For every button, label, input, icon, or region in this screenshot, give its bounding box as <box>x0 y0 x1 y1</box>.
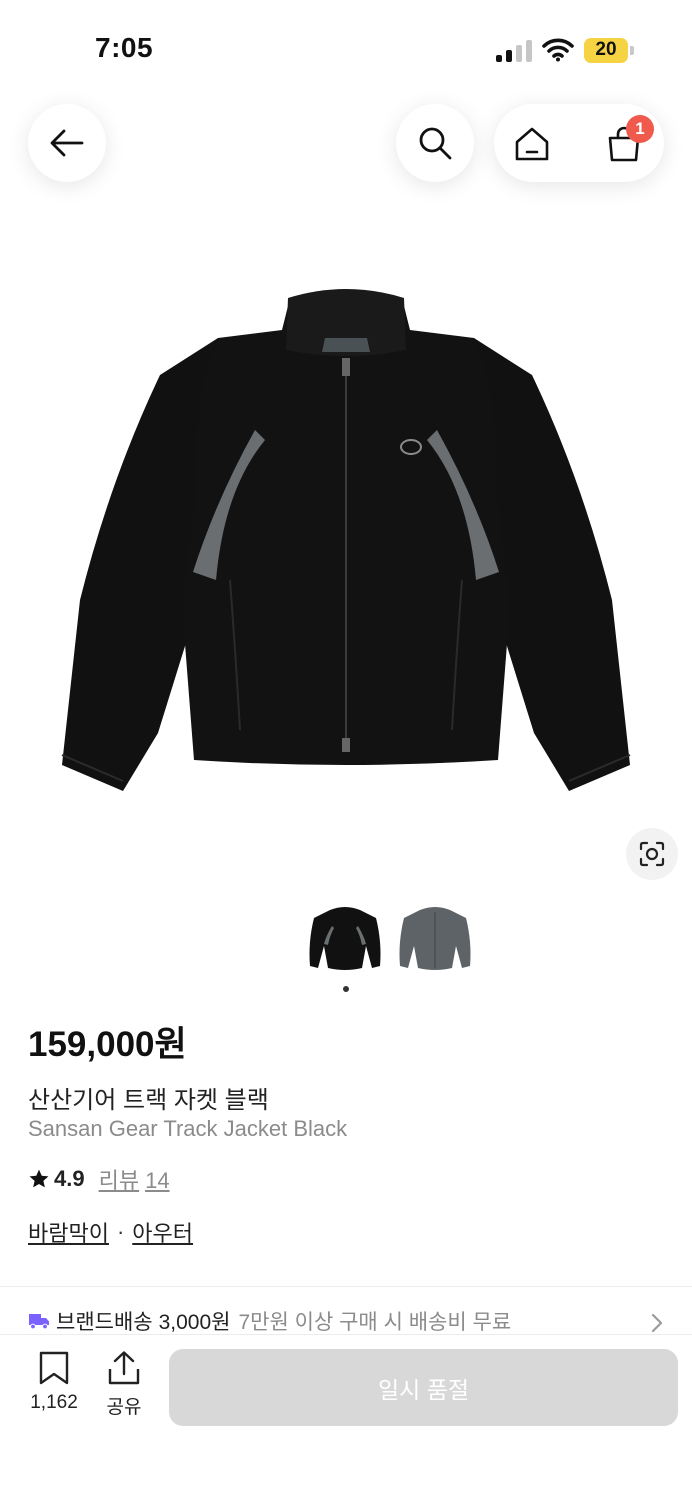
save-count: 1,162 <box>30 1392 78 1413</box>
shipping-info-row[interactable]: 브랜드배송 3,000원 7만원 이상 구매 시 배송비 무료 <box>28 1306 668 1336</box>
shipping-label: 브랜드배송 <box>56 1311 153 1334</box>
rating-value: 4.9 <box>54 1166 85 1191</box>
share-label: 공유 <box>106 1397 142 1418</box>
search-button[interactable] <box>396 104 474 182</box>
truck-icon <box>29 1314 49 1330</box>
back-button[interactable] <box>28 104 106 182</box>
share-button[interactable]: 공유 <box>98 1350 150 1420</box>
home-icon <box>515 127 549 161</box>
category-breadcrumb: 바람막이 · 아우터 <box>28 1216 193 1248</box>
share-icon <box>108 1351 140 1385</box>
product-price: 159,000원 <box>28 1025 187 1064</box>
search-icon <box>419 127 452 160</box>
lens-search-button[interactable] <box>626 828 678 880</box>
thumbnail-gray[interactable] <box>396 902 474 980</box>
review-count: 14 <box>145 1168 170 1193</box>
category-link-outerwear[interactable]: 아우터 <box>132 1216 193 1248</box>
section-divider <box>0 1286 692 1287</box>
star-icon <box>29 1169 49 1188</box>
save-button[interactable]: 1,162 <box>22 1350 86 1420</box>
back-arrow-icon <box>50 129 84 157</box>
shipping-fee: 3,000원 <box>158 1311 231 1334</box>
gallery-page-indicator <box>343 986 349 992</box>
wifi-icon <box>542 38 574 62</box>
battery-tip <box>630 46 634 55</box>
sold-out-button[interactable]: 일시 품절 <box>169 1349 678 1426</box>
status-time: 7:05 <box>95 32 154 63</box>
chevron-right-icon <box>651 1313 663 1333</box>
battery-level: 20 <box>595 39 617 60</box>
review-label: 리뷰 <box>98 1168 140 1193</box>
lens-search-icon <box>639 841 665 867</box>
product-name-english: Sansan Gear Track Jacket Black <box>28 1116 348 1141</box>
review-link[interactable]: 리뷰 14 <box>99 1163 170 1195</box>
thumbnail-black[interactable] <box>306 902 384 980</box>
shipping-note: 7만원 이상 구매 시 배송비 무료 <box>238 1311 512 1334</box>
rating-row: 4.9 리뷰 14 <box>28 1164 170 1194</box>
battery-indicator: 20 <box>584 38 628 63</box>
bookmark-icon <box>39 1351 69 1385</box>
cart-count-badge: 1 <box>626 115 654 143</box>
home-button[interactable] <box>512 124 552 164</box>
category-link-windbreaker[interactable]: 바람막이 <box>28 1216 109 1248</box>
category-separator: · <box>116 1219 125 1244</box>
product-image[interactable] <box>40 250 652 830</box>
cellular-signal-icon <box>496 40 532 62</box>
product-name-korean: 산산기어 트랙 자켓 블랙 <box>28 1087 269 1114</box>
